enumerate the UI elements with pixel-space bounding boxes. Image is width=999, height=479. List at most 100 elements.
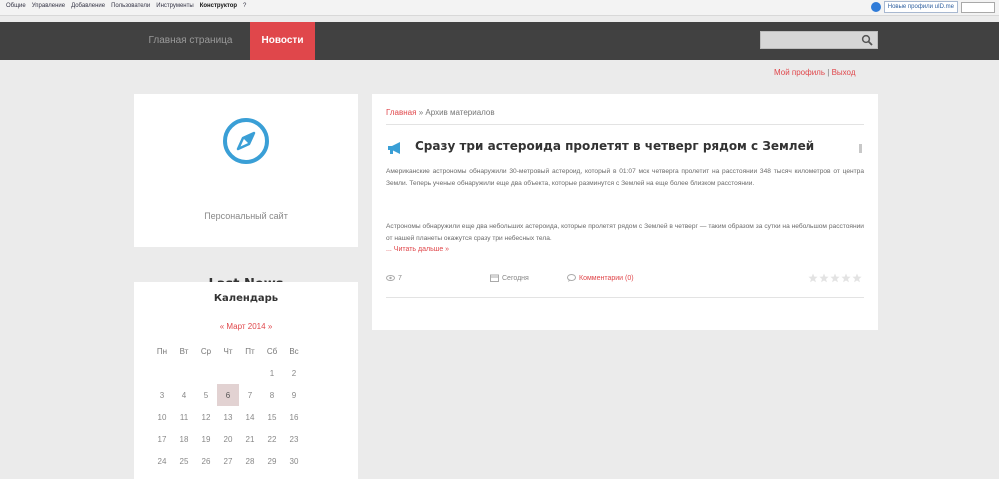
ucoz-logo-icon — [870, 2, 881, 12]
weekday-fri: Пт — [245, 346, 255, 356]
admin-menu-add[interactable]: Добавление — [71, 3, 105, 9]
calendar-day: 1 — [269, 368, 275, 378]
admin-menu-help[interactable]: ? — [243, 3, 246, 9]
calendar-day — [195, 362, 217, 384]
site-description: Персональный сайт — [204, 211, 288, 221]
admin-menu-users[interactable]: Пользователи — [111, 3, 150, 9]
calendar-prev-month[interactable]: « — [220, 322, 224, 331]
calendar-day: 17 — [157, 434, 167, 444]
main-navbar: Главная страница Новости — [0, 22, 999, 60]
calendar-day: 28 — [245, 456, 255, 466]
calendar-week: 1 2 — [151, 362, 305, 384]
calendar-day: 20 — [223, 434, 233, 444]
calendar-day: 24 — [157, 456, 167, 466]
calendar-weekday-row: Пн Вт Ср Чт Пт Сб Вс — [151, 340, 305, 362]
calendar-day: 30 — [289, 456, 299, 466]
admin-menu-designer[interactable]: Конструктор — [200, 3, 237, 9]
calendar-week: 10 11 12 13 14 15 16 — [151, 406, 305, 428]
calendar-day: 23 — [289, 434, 299, 444]
eye-icon — [386, 275, 395, 281]
site-info-block: Last News Персональный сайт — [134, 94, 358, 292]
calendar-day: 26 — [201, 456, 211, 466]
post-views: 7 — [386, 274, 402, 282]
breadcrumb-current: Архив материалов — [425, 108, 495, 117]
post-comments[interactable]: Комментарии (0) — [567, 274, 634, 282]
calendar-day: 18 — [179, 434, 189, 444]
post-comments-link[interactable]: Комментарии (0) — [579, 275, 634, 282]
calendar-week: 3 4 5 6 7 8 9 — [151, 384, 305, 406]
weekday-sat: Сб — [266, 346, 278, 356]
star-icon[interactable] — [830, 273, 840, 283]
breadcrumb-divider — [386, 124, 864, 125]
calendar-day: 25 — [179, 456, 189, 466]
weekday-sun: Вс — [289, 346, 299, 356]
calendar-day: 21 — [245, 434, 255, 444]
calendar-day: 3 — [159, 390, 165, 400]
comment-icon — [567, 274, 576, 282]
calendar-icon — [490, 274, 499, 282]
megaphone-icon — [388, 142, 400, 154]
my-profile-link[interactable]: Мой профиль — [774, 68, 825, 77]
post-title[interactable]: Сразу три астероида пролетят в четверг р… — [415, 139, 814, 153]
calendar-day: 22 — [267, 434, 277, 444]
calendar-day: 8 — [269, 390, 275, 400]
compass-icon[interactable] — [221, 116, 271, 166]
calendar-day: 4 — [181, 390, 187, 400]
profile-separator: | — [827, 68, 830, 77]
calendar-day: 2 — [291, 368, 297, 378]
calendar-day-today[interactable]: 6 — [217, 384, 239, 406]
star-icon[interactable] — [841, 273, 851, 283]
search-box — [760, 31, 878, 53]
main-content: Главная » Архив материалов Сразу три аст… — [372, 94, 878, 330]
calendar-day — [217, 362, 239, 384]
nav-item-home[interactable]: Главная страница — [133, 22, 248, 60]
calendar-day: 27 — [223, 456, 233, 466]
calendar-block: Календарь « Март 2014 » Пн Вт Ср Чт Пт С… — [134, 282, 358, 479]
admin-menu-tools[interactable]: Инструменты — [156, 3, 193, 9]
star-icon[interactable] — [819, 273, 829, 283]
calendar-week: 17 18 19 20 21 22 23 — [151, 428, 305, 450]
calendar-day: 11 — [179, 412, 189, 422]
admin-bar: Общие Управление Добавление Пользователи… — [0, 0, 999, 16]
calendar-day — [173, 362, 195, 384]
weekday-wed: Ср — [200, 346, 212, 356]
post-rating — [808, 273, 862, 283]
calendar-day: 12 — [201, 412, 211, 422]
nav-item-news[interactable]: Новости — [250, 22, 315, 60]
search-input[interactable] — [761, 36, 864, 53]
admin-bar-field[interactable] — [961, 1, 995, 13]
calendar-day — [239, 362, 261, 384]
calendar-day — [151, 362, 173, 384]
calendar-month-nav: « Март 2014 » — [134, 322, 358, 331]
post-paragraph: Американские астрономы обнаружили 30-мет… — [386, 168, 864, 187]
breadcrumb-home[interactable]: Главная — [386, 108, 416, 117]
post-views-count: 7 — [398, 274, 402, 282]
calendar-week: 24 25 26 27 28 29 30 — [151, 450, 305, 472]
calendar-day: 13 — [223, 412, 233, 422]
calendar-day: 7 — [247, 390, 253, 400]
profile-links: Мой профиль | Выход — [774, 68, 856, 77]
post-options-icon[interactable] — [859, 144, 862, 153]
admin-menu: Общие Управление Добавление Пользователи… — [6, 3, 246, 9]
calendar-day: 5 — [203, 390, 209, 400]
calendar-day: 16 — [289, 412, 299, 422]
weekday-tue: Вт — [179, 346, 189, 356]
calendar-day: 10 — [157, 412, 167, 422]
logout-link[interactable]: Выход — [832, 68, 856, 77]
star-icon[interactable] — [808, 273, 818, 283]
calendar-day: 9 — [291, 390, 297, 400]
calendar-next-month[interactable]: » — [268, 322, 272, 331]
post-divider — [386, 297, 864, 298]
calendar-day: 15 — [267, 412, 277, 422]
star-icon[interactable] — [852, 273, 862, 283]
search-icon[interactable] — [861, 34, 873, 46]
calendar-day: 19 — [201, 434, 211, 444]
breadcrumb: Главная » Архив материалов — [386, 108, 495, 117]
calendar-grid: Пн Вт Ср Чт Пт Сб Вс 1 2 3 4 5 6 7 8 9 1… — [151, 340, 305, 472]
read-more-link[interactable]: ... Читать дальше » — [386, 246, 449, 253]
admin-menu-general[interactable]: Общие — [6, 3, 26, 9]
post-paragraph: Астрономы обнаружили еще два небольших а… — [386, 223, 864, 242]
calendar-month-label: Март 2014 — [226, 322, 266, 331]
new-profiles-button[interactable]: Новые профили uID.me — [883, 1, 958, 13]
admin-menu-manage[interactable]: Управление — [32, 3, 65, 9]
